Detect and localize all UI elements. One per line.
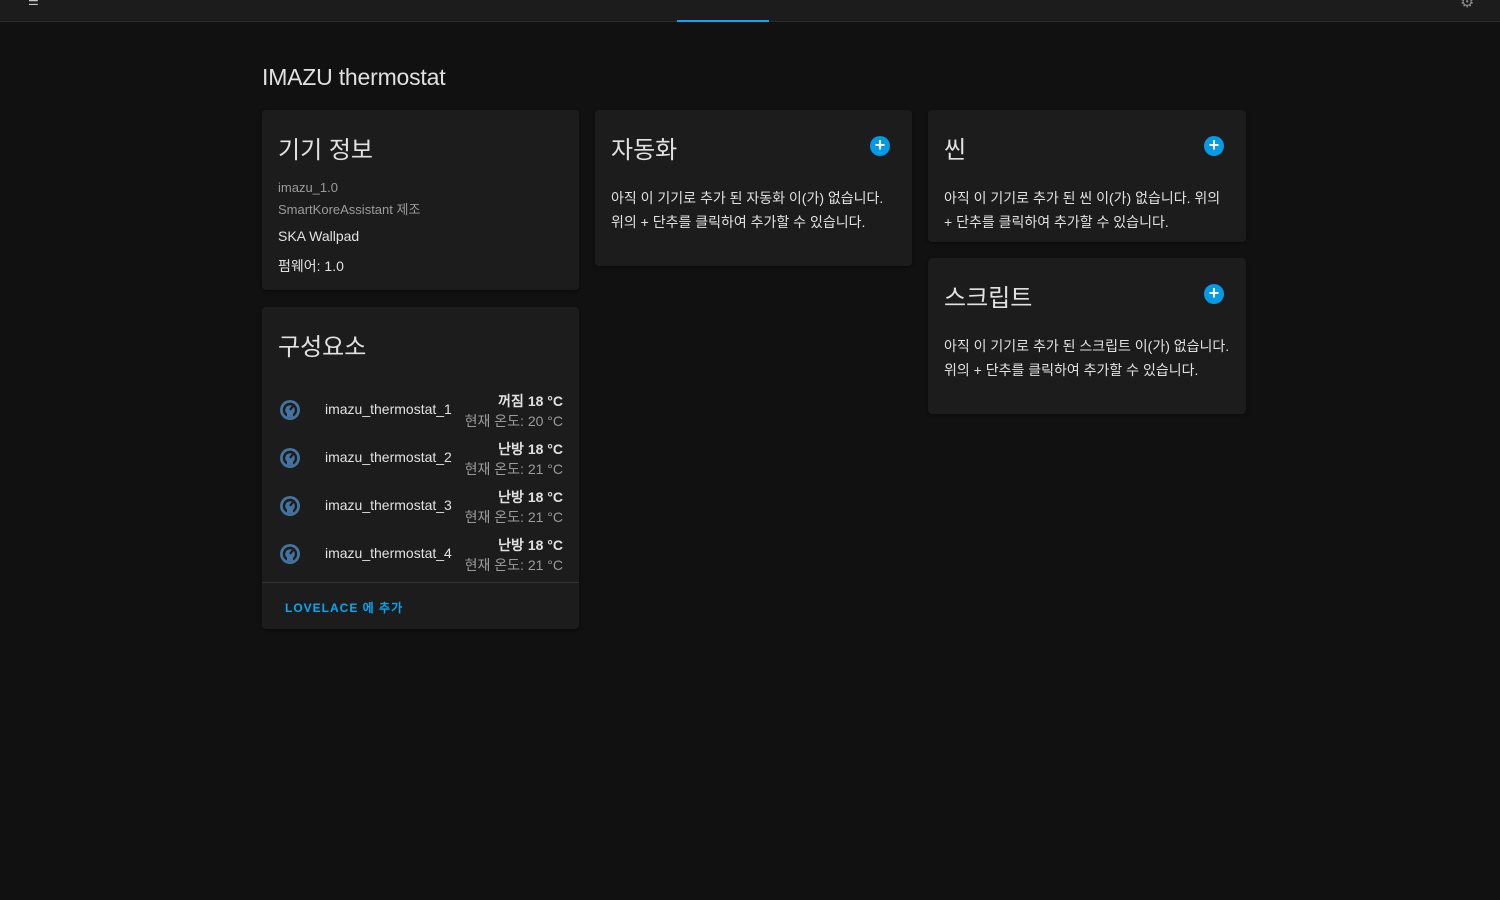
components-title: 구성요소 bbox=[278, 334, 367, 361]
entity-row-thermostat-4[interactable]: imazu_thermostat_4 난방 18 °C 현재 온도: 21 °C bbox=[262, 530, 579, 578]
automation-card: 자동화 + 아직 이 기기로 추가 된 자동화 이(가) 없습니다. 위의 + … bbox=[595, 110, 912, 266]
entity-row-thermostat-2[interactable]: imazu_thermostat_2 난방 18 °C 현재 온도: 21 °C bbox=[262, 434, 579, 482]
scene-title: 씬 bbox=[944, 137, 967, 164]
entity-state: 난방 18 °C bbox=[498, 441, 563, 457]
entity-name: imazu_thermostat_1 bbox=[325, 401, 452, 417]
entity-current-temperature: 현재 온도: 21 °C bbox=[464, 509, 563, 525]
add-automation-button[interactable]: + bbox=[870, 136, 890, 156]
active-tab-indicator bbox=[677, 20, 769, 22]
entity-current-temperature: 현재 온도: 21 °C bbox=[464, 557, 563, 573]
entity-name: imazu_thermostat_2 bbox=[325, 449, 452, 465]
device-name: SKA Wallpad bbox=[278, 228, 360, 244]
page-title: IMAZU thermostat bbox=[262, 64, 446, 90]
entity-name: imazu_thermostat_3 bbox=[325, 497, 452, 513]
entity-state: 난방 18 °C bbox=[498, 489, 563, 505]
thermostat-icon bbox=[280, 400, 300, 420]
automation-empty-message: 아직 이 기기로 추가 된 자동화 이(가) 없습니다. 위의 + 단추를 클릭… bbox=[611, 190, 884, 230]
thermostat-icon bbox=[280, 544, 300, 564]
script-title: 스크립트 bbox=[944, 285, 1033, 312]
device-info-title: 기기 정보 bbox=[278, 137, 373, 164]
scene-card: 씬 + 아직 이 기기로 추가 된 씬 이(가) 없습니다. 위의 + 단추를 … bbox=[928, 110, 1246, 242]
add-to-lovelace-button[interactable]: LOVELACE 에 추가 bbox=[285, 599, 403, 616]
card-divider bbox=[262, 582, 579, 583]
top-app-bar: ☰ ⚙ bbox=[0, 0, 1500, 22]
entity-state: 꺼짐 18 °C bbox=[498, 393, 563, 409]
gear-icon[interactable]: ⚙ bbox=[1460, 0, 1476, 11]
device-firmware: 펌웨어: 1.0 bbox=[278, 258, 344, 274]
device-info-card: 기기 정보 imazu_1.0 SmartKoreAssistant 제조 SK… bbox=[262, 110, 579, 290]
entity-state: 난방 18 °C bbox=[498, 537, 563, 553]
entity-current-temperature: 현재 온도: 20 °C bbox=[464, 413, 563, 429]
components-card: 구성요소 imazu_thermostat_1 꺼짐 18 °C 현재 온도: … bbox=[262, 307, 579, 629]
menu-icon[interactable]: ☰ bbox=[28, 0, 40, 8]
entity-name: imazu_thermostat_4 bbox=[325, 545, 452, 561]
script-card: 스크립트 + 아직 이 기기로 추가 된 스크립트 이(가) 없습니다. 위의 … bbox=[928, 258, 1246, 414]
device-manufacturer: SmartKoreAssistant 제조 bbox=[278, 202, 421, 217]
device-model: imazu_1.0 bbox=[278, 180, 338, 195]
add-scene-button[interactable]: + bbox=[1204, 136, 1224, 156]
entity-row-thermostat-1[interactable]: imazu_thermostat_1 꺼짐 18 °C 현재 온도: 20 °C bbox=[262, 386, 579, 434]
scene-empty-message: 아직 이 기기로 추가 된 씬 이(가) 없습니다. 위의 + 단추를 클릭하여… bbox=[944, 190, 1221, 230]
entity-row-thermostat-3[interactable]: imazu_thermostat_3 난방 18 °C 현재 온도: 21 °C bbox=[262, 482, 579, 530]
script-empty-message: 아직 이 기기로 추가 된 스크립트 이(가) 없습니다. 위의 + 단추를 클… bbox=[944, 338, 1230, 378]
thermostat-icon bbox=[280, 496, 300, 516]
entity-current-temperature: 현재 온도: 21 °C bbox=[464, 461, 563, 477]
add-script-button[interactable]: + bbox=[1204, 284, 1224, 304]
automation-title: 자동화 bbox=[611, 137, 678, 164]
thermostat-icon bbox=[280, 448, 300, 468]
